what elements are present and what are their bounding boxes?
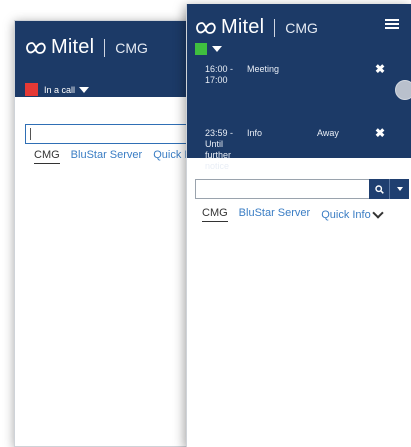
- schedule-state: Away: [317, 128, 339, 138]
- brand-name: Mitel: [221, 16, 265, 38]
- schedule-list: 16:00 - 17:00 Meeting ✖ 23:59 - Until fu…: [187, 63, 411, 171]
- drag-handle[interactable]: [395, 80, 411, 100]
- mitel-logo-icon: [196, 21, 216, 34]
- tab-blustar-server[interactable]: BluStar Server: [239, 207, 311, 222]
- tab-blustar-server[interactable]: BluStar Server: [71, 149, 143, 164]
- tab-quick-info[interactable]: Quick Info: [321, 206, 384, 222]
- tab-quick-info-label: Quick Info: [321, 208, 371, 221]
- hamburger-menu-icon[interactable]: [385, 19, 399, 29]
- schedule-title: Meeting: [247, 64, 280, 74]
- tab-bar: CMG BluStar Server Quick In: [34, 149, 205, 164]
- schedule-item: 23:59 - Until further notice Info Away ✖: [187, 127, 411, 178]
- schedule-title: Info: [247, 128, 263, 138]
- schedule-item: 16:00 - 17:00 Meeting ✖: [187, 63, 411, 94]
- schedule-time: 16:00 - 17:00: [205, 64, 234, 85]
- front-header: Mitel CMG 16:00 - 17:00 Meeting ✖ 23:59 …: [187, 4, 411, 171]
- mitel-logo-icon: [26, 41, 46, 54]
- search-bar: [195, 179, 409, 199]
- status-indicator: [25, 83, 38, 96]
- caret-down-icon: [79, 86, 90, 93]
- schedule-time: 23:59 - Until further notice: [205, 128, 234, 171]
- status-selector[interactable]: [195, 43, 222, 55]
- text-cursor: [30, 128, 31, 140]
- remove-icon[interactable]: ✖: [375, 127, 385, 139]
- tab-cmg[interactable]: CMG: [34, 149, 60, 164]
- front-app-window: Mitel CMG 16:00 - 17:00 Meeting ✖ 23:59 …: [186, 4, 411, 447]
- search-input[interactable]: [195, 179, 369, 199]
- tab-bar: CMG BluStar Server Quick Info: [202, 206, 393, 222]
- brand: Mitel CMG: [25, 36, 148, 59]
- brand-separator: [104, 38, 106, 57]
- brand-name: Mitel: [51, 36, 95, 58]
- search-icon: [374, 184, 384, 194]
- status-label: In a call: [44, 84, 76, 95]
- caret-down-icon: [212, 46, 222, 52]
- search-button[interactable]: [369, 179, 389, 199]
- brand: Mitel CMG: [195, 16, 318, 39]
- brand-separator: [274, 18, 276, 37]
- caret-down-icon: [396, 187, 403, 191]
- search-options-button[interactable]: [389, 179, 409, 199]
- remove-icon[interactable]: ✖: [375, 63, 385, 75]
- status-selector[interactable]: In a call: [25, 83, 90, 96]
- status-indicator: [195, 43, 207, 55]
- product-name: CMG: [115, 39, 148, 56]
- chevron-down-icon: [372, 206, 384, 219]
- tab-cmg[interactable]: CMG: [202, 207, 228, 222]
- product-name: CMG: [285, 19, 318, 36]
